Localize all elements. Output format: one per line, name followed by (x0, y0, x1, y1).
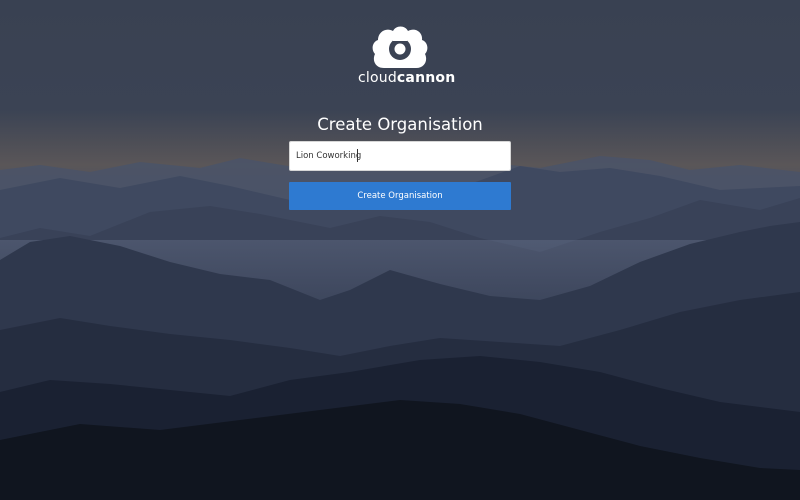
cloud-logo-icon (372, 26, 428, 68)
text-cursor (357, 149, 358, 162)
brand-name: cloudcannon (358, 69, 455, 87)
brand-name-light: cloud (358, 70, 397, 86)
brand-name-bold: cannon (396, 70, 456, 86)
create-organisation-button[interactable]: Create Organisation (289, 182, 511, 210)
page-title: Create Organisation (317, 115, 483, 134)
create-organisation-screen: cloudcannon Create Organisation Create O… (0, 0, 800, 500)
cloudcannon-logo: cloudcannon (358, 24, 455, 88)
organisation-name-input[interactable] (289, 141, 511, 171)
